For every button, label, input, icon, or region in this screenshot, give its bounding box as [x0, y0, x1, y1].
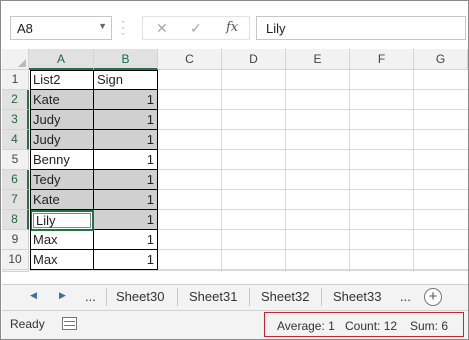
- cell-a8: Lily: [36, 213, 56, 228]
- row-header-10[interactable]: 10: [2, 250, 29, 270]
- row-header-9[interactable]: 9: [2, 230, 29, 250]
- tabs-more-left[interactable]: ...: [85, 289, 96, 304]
- cell-a6[interactable]: Tedy: [30, 170, 94, 190]
- select-all-button[interactable]: [2, 49, 29, 70]
- column-header-b[interactable]: B: [94, 49, 158, 70]
- macro-recording-icon[interactable]: [62, 317, 77, 330]
- table-left-border: [30, 70, 31, 271]
- column-header-f[interactable]: F: [350, 49, 414, 70]
- cell-b10[interactable]: 1: [94, 250, 158, 270]
- empty-grid-area[interactable]: [158, 70, 468, 272]
- tab-divider: [321, 288, 322, 306]
- row-header-4[interactable]: 4: [2, 130, 29, 150]
- row-header-7[interactable]: 7: [2, 190, 29, 210]
- row-header-11[interactable]: [2, 270, 29, 272]
- column-header-c[interactable]: C: [158, 49, 222, 70]
- status-average[interactable]: Average: 1: [277, 319, 335, 333]
- sheet-tab-bar: ◀ ▶ ... Sheet30 Sheet31 Sheet32 Sheet33 …: [2, 284, 468, 310]
- tab-divider: [106, 288, 107, 306]
- formula-value: Lily: [266, 21, 286, 36]
- scroll-tabs-right-icon[interactable]: ▶: [59, 290, 66, 301]
- cell-a9[interactable]: Max: [30, 230, 94, 250]
- table-top-border: [30, 70, 158, 71]
- cell-a10[interactable]: Max: [30, 250, 94, 270]
- row-header-3[interactable]: 3: [2, 110, 29, 130]
- status-mode: Ready: [10, 317, 45, 331]
- cell-b6[interactable]: 1: [94, 170, 158, 190]
- status-bar: Ready Average: 1 Count: 12 Sum: 6: [2, 310, 468, 339]
- chevron-down-icon[interactable]: ▼: [98, 21, 107, 31]
- tabs-more-right[interactable]: ...: [400, 289, 411, 304]
- active-cell-a8[interactable]: Lily: [30, 210, 94, 231]
- cell-b5[interactable]: 1: [94, 150, 158, 170]
- cancel-icon[interactable]: ✕: [156, 20, 168, 37]
- cell-a2[interactable]: Kate: [30, 90, 94, 110]
- tab-divider: [177, 288, 178, 306]
- row-header-5[interactable]: 5: [2, 150, 29, 170]
- cell-a5[interactable]: Benny: [30, 150, 94, 170]
- scroll-tabs-left-icon[interactable]: ◀: [30, 290, 37, 301]
- cell-a7[interactable]: Kate: [30, 190, 94, 210]
- row-header-6[interactable]: 6: [2, 170, 29, 190]
- cell-b8[interactable]: 1: [94, 210, 158, 230]
- cell-a3[interactable]: Judy: [30, 110, 94, 130]
- formula-bar: A8 ▼ · · · ✕ ✓ fx Lily: [2, 2, 468, 48]
- spreadsheet-grid: A B C D E F G 1 2 3 4 5 6 7 8 9 10 List2…: [2, 49, 468, 272]
- selection-stats-highlight: Average: 1 Count: 12 Sum: 6: [264, 312, 464, 337]
- cell-b3[interactable]: 1: [94, 110, 158, 130]
- formula-input[interactable]: Lily: [256, 16, 466, 40]
- cell-a4[interactable]: Judy: [30, 130, 94, 150]
- cell-b4[interactable]: 1: [94, 130, 158, 150]
- row-header-1[interactable]: 1: [2, 70, 29, 90]
- cell-b7[interactable]: 1: [94, 190, 158, 210]
- status-count[interactable]: Count: 12: [345, 319, 397, 333]
- enter-icon[interactable]: ✓: [190, 20, 202, 37]
- cell-b1[interactable]: Sign: [94, 70, 158, 90]
- name-box[interactable]: A8 ▼: [10, 16, 112, 40]
- insert-function-icon[interactable]: fx: [226, 20, 238, 35]
- excel-window: A8 ▼ · · · ✕ ✓ fx Lily A B C D E F G 1 2 3…: [0, 0, 469, 340]
- add-sheet-icon[interactable]: +: [424, 288, 442, 306]
- tab-sheet30[interactable]: Sheet30: [116, 289, 164, 304]
- column-header-d[interactable]: D: [222, 49, 286, 70]
- empty-grid-area-lower[interactable]: [30, 270, 468, 272]
- row-header-8[interactable]: 8: [2, 210, 29, 230]
- formula-buttons: ✕ ✓ fx: [142, 16, 250, 40]
- column-header-a[interactable]: A: [29, 49, 94, 70]
- select-all-triangle-icon: [18, 59, 26, 67]
- tab-sheet31[interactable]: Sheet31: [189, 289, 237, 304]
- drag-handle-icon[interactable]: · · ·: [121, 15, 125, 39]
- cell-a1[interactable]: List2: [30, 70, 94, 90]
- tab-sheet33[interactable]: Sheet33: [333, 289, 381, 304]
- row-header-2[interactable]: 2: [2, 90, 29, 110]
- cell-b2[interactable]: 1: [94, 90, 158, 110]
- tab-sheet32[interactable]: Sheet32: [261, 289, 309, 304]
- name-box-value: A8: [17, 21, 33, 36]
- column-header-e[interactable]: E: [286, 49, 350, 70]
- tab-divider: [249, 288, 250, 306]
- cell-b9[interactable]: 1: [94, 230, 158, 250]
- status-sum[interactable]: Sum: 6: [410, 319, 448, 333]
- column-header-g[interactable]: G: [414, 49, 468, 70]
